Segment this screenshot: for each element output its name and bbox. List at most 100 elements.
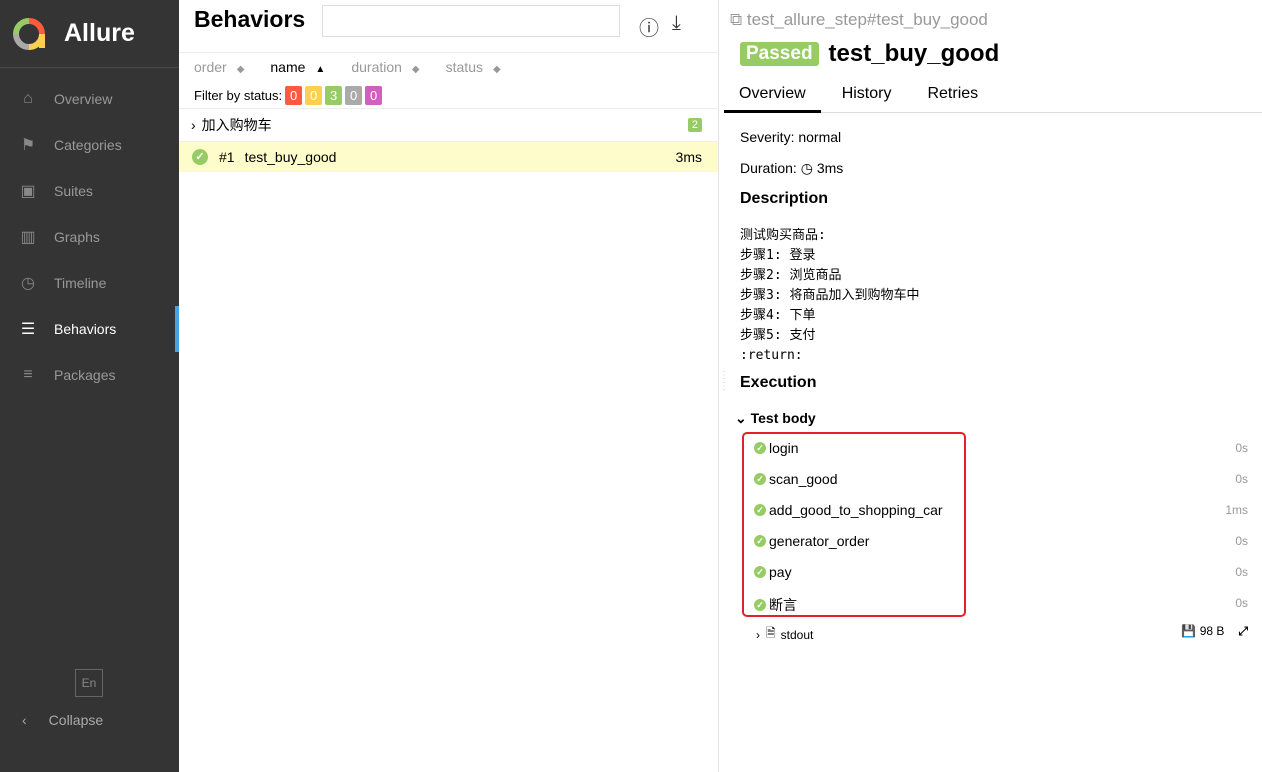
sidebar-item-label: Graphs	[54, 229, 100, 245]
test-detail: ⧉ test_allure_step#test_buy_good Passed t…	[724, 0, 1262, 772]
size-value: 98 B	[1199, 624, 1225, 638]
passed-check-icon: ✓	[754, 504, 766, 516]
sorter-label: duration	[351, 59, 402, 75]
sidebar-item-graphs[interactable]: ▥ Graphs	[0, 214, 179, 260]
sort-arrows-icon: ◆	[411, 64, 420, 75]
step-name: scan_good	[769, 471, 838, 487]
step-duration: 0s	[1235, 565, 1248, 579]
logo[interactable]: Allure	[0, 0, 179, 68]
step-item[interactable]: ✓ add_good_to_shopping_car	[754, 502, 943, 518]
highlight-box	[742, 432, 966, 617]
align-left-icon: ≡	[23, 366, 33, 383]
status-filter-chip[interactable]: 0	[285, 86, 303, 105]
step-name: 断言	[769, 597, 797, 613]
step-duration: 1ms	[1225, 503, 1248, 517]
filter-label: Filter by status:	[194, 88, 283, 103]
step-name: add_good_to_shopping_car	[769, 502, 943, 518]
group-count-badge: 2	[687, 118, 702, 132]
status-filter-chip[interactable]: 0	[305, 86, 323, 105]
search-input[interactable]	[322, 5, 620, 37]
language-button[interactable]: En	[75, 669, 103, 697]
sort-arrows-icon: ▲	[315, 64, 326, 75]
description-heading: Description	[740, 190, 829, 207]
bar-chart-icon: ▥	[20, 229, 36, 246]
status-badge: Passed	[740, 42, 819, 66]
step-item[interactable]: ✓ scan_good	[754, 471, 838, 487]
step-name: login	[769, 440, 799, 456]
sidebar-item-label: Overview	[54, 91, 113, 107]
sidebar-item-label: Packages	[54, 367, 116, 383]
sorter-label: status	[445, 59, 483, 75]
step-duration: 0s	[1235, 534, 1248, 548]
allure-logo-icon	[13, 17, 45, 50]
sidebar-item-suites[interactable]: ▣ Suites	[0, 168, 179, 214]
sidebar-item-label: Behaviors	[54, 321, 117, 337]
download-icon[interactable]: ⤓	[672, 12, 681, 35]
sort-name[interactable]: name ▲	[270, 59, 325, 75]
copy-icon[interactable]: ⧉	[730, 10, 742, 29]
expand-icon[interactable]: ⤢	[1238, 624, 1248, 639]
chevron-down-icon: ⌄	[735, 410, 747, 426]
tab-history[interactable]: History	[827, 78, 907, 113]
duration-label: Duration:	[740, 160, 797, 176]
collapse-button[interactable]: ‹ Collapse	[22, 712, 103, 728]
status-filter-chip[interactable]: 3	[325, 86, 343, 105]
passed-check-icon: ✓	[754, 442, 766, 454]
status-filter-chip[interactable]: 0	[345, 86, 363, 105]
group-name: 加入购物车	[201, 117, 272, 133]
step-duration: 0s	[1235, 596, 1248, 610]
test-title: test_buy_good	[828, 40, 1000, 67]
step-duration: 0s	[1235, 472, 1248, 486]
step-item[interactable]: ✓ pay	[754, 564, 792, 580]
passed-check-icon: ✓	[192, 149, 208, 165]
passed-check-icon: ✓	[754, 566, 766, 578]
test-name: test_buy_good	[244, 149, 337, 165]
passed-check-icon: ✓	[754, 535, 766, 547]
clock-icon: ◷	[800, 160, 813, 176]
briefcase-icon: ▣	[20, 183, 36, 200]
sidebar-item-label: Timeline	[54, 275, 107, 291]
sort-status[interactable]: status ◆	[446, 59, 501, 75]
step-item[interactable]: ✓ login	[754, 440, 799, 456]
step-name: pay	[769, 564, 792, 580]
sidebar-item-categories[interactable]: ⚑ Categories	[0, 122, 179, 168]
sort-arrows-icon: ◆	[492, 64, 501, 75]
attachment-size: 💾 98 B	[1181, 624, 1224, 639]
execution-heading: Execution	[740, 374, 817, 391]
test-body-toggle[interactable]: ⌄ Test body	[735, 410, 816, 427]
sorter-label: order	[194, 59, 227, 75]
tab-overview[interactable]: Overview	[724, 78, 821, 113]
sidebar-item-behaviors[interactable]: ☰ Behaviors	[0, 306, 179, 352]
status-filter: Filter by status: 0 0 3 0 0	[194, 86, 383, 105]
flag-icon: ⚑	[20, 137, 36, 154]
severity: Severity: normal	[740, 129, 842, 145]
attachment-name: stdout	[780, 627, 814, 642]
behaviors-pane: Behaviors ⓘ ⤓ order ◆ name ▲ duration ◆ status…	[179, 0, 719, 772]
step-item[interactable]: ✓ generator_order	[754, 533, 869, 549]
test-row[interactable]: ✓ #1 test_buy_good 3ms	[179, 142, 718, 172]
status-filter-chip[interactable]: 0	[365, 86, 383, 105]
sidebar-item-label: Categories	[54, 137, 122, 153]
sidebar-item-timeline[interactable]: ◷ Timeline	[0, 260, 179, 306]
breadcrumb[interactable]: ⧉ test_allure_step#test_buy_good	[730, 10, 988, 30]
sort-order[interactable]: order ◆	[194, 59, 244, 75]
sort-arrows-icon: ◆	[236, 64, 245, 75]
passed-check-icon: ✓	[754, 599, 766, 611]
sort-duration[interactable]: duration ◆	[351, 59, 419, 75]
file-icon: 🗎	[766, 626, 776, 640]
tab-retries[interactable]: Retries	[912, 78, 993, 113]
home-icon: ⌂	[23, 90, 33, 107]
duration: Duration: ◷ 3ms	[740, 160, 843, 177]
breadcrumb-text: test_allure_step#test_buy_good	[746, 10, 988, 29]
attachment-stdout[interactable]: › 🗎 stdout	[756, 624, 813, 645]
chevron-right-icon: ›	[191, 117, 196, 133]
sorter-label: name	[270, 59, 306, 75]
info-icon[interactable]: ⓘ	[639, 12, 659, 41]
step-item[interactable]: ✓ 断言	[754, 595, 797, 615]
collapse-label: Collapse	[48, 712, 104, 728]
save-icon: 💾	[1181, 624, 1197, 638]
sidebar-item-overview[interactable]: ⌂ Overview	[0, 76, 179, 122]
test-index: #1	[219, 149, 235, 165]
feature-group[interactable]: › 加入购物车 2	[179, 108, 718, 142]
sidebar-item-packages[interactable]: ≡ Packages	[0, 352, 179, 398]
